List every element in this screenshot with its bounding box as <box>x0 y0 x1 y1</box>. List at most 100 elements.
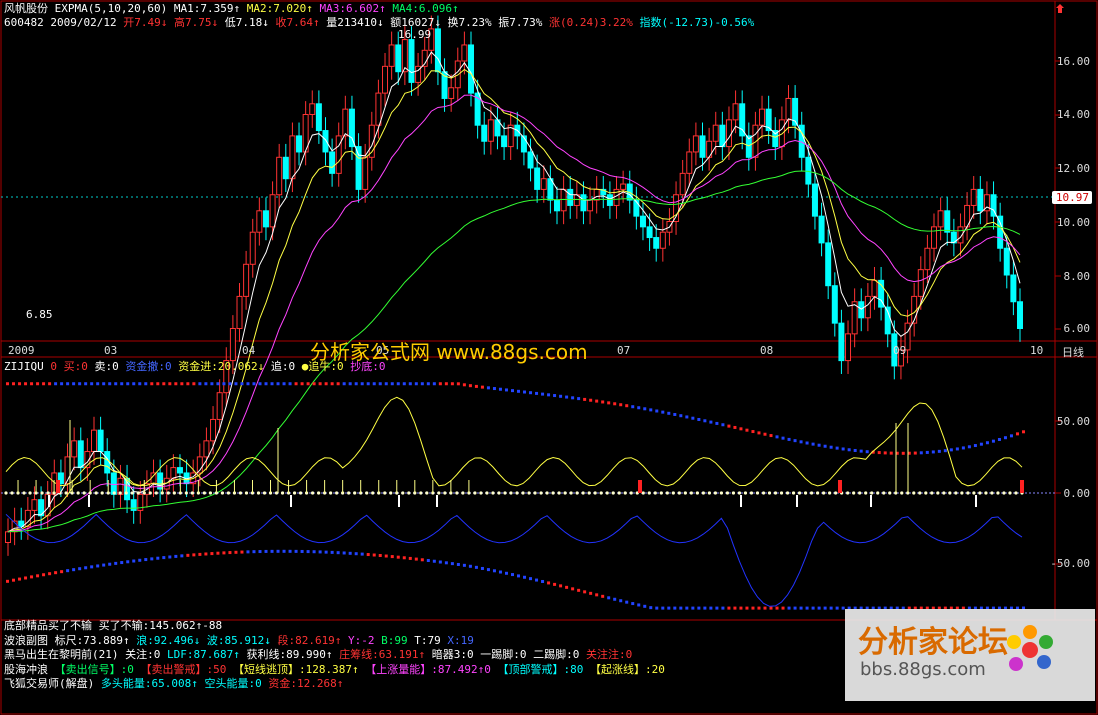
signal-dot-upper <box>396 382 400 386</box>
signal-dot-upper <box>276 382 280 386</box>
signal-dot-upper <box>859 449 863 453</box>
candle-body <box>646 226 653 239</box>
candle-body <box>110 472 117 495</box>
footer-field-0: 波浪副图 <box>4 633 48 647</box>
signal-dot-lower <box>150 557 154 561</box>
zero-dot <box>822 491 826 495</box>
signal-dot-upper <box>763 432 767 436</box>
candle-body <box>348 108 355 148</box>
signal-dot-upper <box>384 382 388 386</box>
signal-dot-lower <box>727 606 731 610</box>
signal-dot-upper <box>312 382 316 386</box>
signal-dot-lower <box>90 565 94 569</box>
candle-body <box>845 333 852 362</box>
signal-dot-lower <box>324 550 328 554</box>
zero-dot <box>479 491 483 495</box>
signal-dot-lower <box>312 550 316 554</box>
zero-dot <box>461 491 465 495</box>
footer-row-4: 飞狐交易师(解盘) 多头能量:65.008↑ 空头能量:0 资金:12.268↑ <box>4 677 343 691</box>
zero-dot <box>930 491 934 495</box>
signal-dot-lower <box>18 577 22 581</box>
footer-field-5: 暗器3:0 <box>425 648 474 661</box>
signal-dot-lower <box>462 563 466 567</box>
signal-dot-upper <box>961 446 965 450</box>
header-field-1: EXPMA(5,10,20,60) <box>48 2 168 15</box>
signal-dot-upper <box>673 412 677 416</box>
candle-body <box>692 135 699 153</box>
signal-dot-upper <box>577 397 581 401</box>
candle-body <box>243 263 250 297</box>
signal-dot-lower <box>805 606 809 610</box>
signal-dot-upper <box>372 382 376 386</box>
zero-dot <box>443 491 447 495</box>
zero-dot <box>347 491 351 495</box>
signal-dot-lower <box>835 606 839 610</box>
signal-dot-upper <box>553 394 557 398</box>
signal-dot-lower <box>673 606 677 610</box>
price-tick: 14.00 <box>1056 108 1090 121</box>
signal-dot-lower <box>126 560 130 564</box>
signal-dot-upper <box>1003 436 1007 440</box>
candle-body <box>686 151 693 174</box>
zero-dot <box>942 491 946 495</box>
watermark-url: bbs.88gs.com <box>860 659 986 680</box>
signal-dot-upper <box>156 382 160 386</box>
zero-dot <box>208 491 213 495</box>
zero-dot <box>455 491 459 495</box>
footer-field-6: 【起涨线】:20 <box>583 662 665 676</box>
signal-dot-lower <box>246 550 250 554</box>
date-tick: 08 <box>760 344 774 357</box>
signal-dot-upper <box>318 382 322 386</box>
header-field-4: MA3:6.602↑ <box>312 2 386 15</box>
signal-dot-upper <box>853 448 857 452</box>
zero-dot <box>647 491 651 495</box>
signal-dot-lower <box>366 553 370 557</box>
zero-dot <box>785 491 790 495</box>
candle-body <box>851 301 858 335</box>
signal-dot-upper <box>937 449 941 453</box>
zero-dot <box>689 491 693 495</box>
signal-dot-lower <box>589 591 593 595</box>
signal-dot-upper <box>102 382 106 386</box>
signal-dot-lower <box>691 606 695 610</box>
footer-field-1: 标尺:73.889↑ <box>48 633 130 647</box>
candle-body <box>395 44 402 73</box>
zero-dot <box>76 491 80 495</box>
zero-dot <box>828 491 832 495</box>
zero-dot <box>497 491 501 495</box>
signal-dot-upper <box>162 382 166 386</box>
watermark-title: 分析家论坛 <box>858 625 1008 660</box>
signal-dot-lower <box>787 606 791 610</box>
zero-dot <box>166 491 170 495</box>
candle-body <box>917 269 924 297</box>
zero-dot <box>292 491 297 495</box>
header-line-2: 600482 2009/02/12 开7.49↓ 高7.75↓ 低7.18↓ 收… <box>4 16 754 30</box>
signal-dot-lower <box>354 552 358 556</box>
zero-dot <box>713 491 717 495</box>
signal-dot-upper <box>889 451 893 455</box>
signal-dot-upper <box>685 415 689 419</box>
signal-dot-lower <box>817 606 821 610</box>
zero-dot <box>329 491 333 495</box>
date-tick: 07 <box>617 344 631 357</box>
sell-tick <box>740 495 742 507</box>
signal-dot-lower <box>745 606 749 610</box>
signal-dot-lower <box>72 568 76 572</box>
signal-dot-upper <box>408 382 412 386</box>
zero-dot <box>948 491 952 495</box>
zero-dot <box>371 491 375 495</box>
signal-dot-upper <box>751 430 755 434</box>
signal-dot-lower <box>559 584 563 588</box>
zero-dot <box>244 491 249 495</box>
zero-dot <box>791 491 796 495</box>
zero-dot <box>749 491 754 495</box>
zero-dot <box>112 491 116 495</box>
zero-dot <box>100 491 104 495</box>
signal-dot-upper <box>492 387 496 391</box>
footer-field-3: 获利线:89.990↑ <box>239 648 333 661</box>
signal-dot-lower <box>619 599 623 603</box>
signal-dot-upper <box>420 382 424 386</box>
candle-body <box>527 151 534 169</box>
signal-dot-upper <box>775 435 779 439</box>
candle-body <box>342 108 349 137</box>
